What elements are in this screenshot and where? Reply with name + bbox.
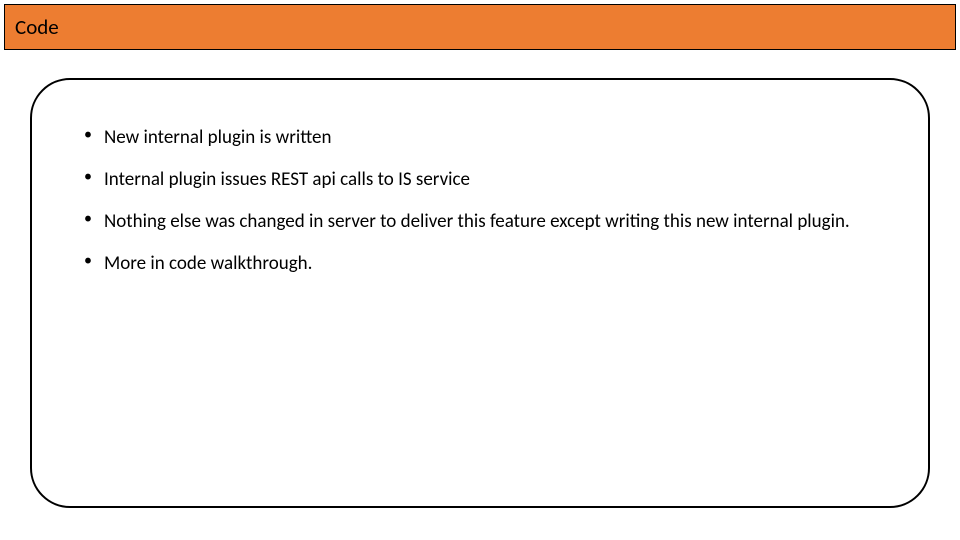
list-item: More in code walkthrough. <box>80 246 880 282</box>
title-bar: Code <box>4 4 956 50</box>
slide-title: Code <box>15 14 59 40</box>
list-item: Internal plugin issues REST api calls to… <box>80 162 880 198</box>
slide: Code New internal plugin is written Inte… <box>0 0 960 540</box>
content-box: New internal plugin is written Internal … <box>30 78 930 508</box>
bullet-list: New internal plugin is written Internal … <box>80 120 880 282</box>
list-item: Nothing else was changed in server to de… <box>80 204 880 240</box>
list-item: New internal plugin is written <box>80 120 880 156</box>
